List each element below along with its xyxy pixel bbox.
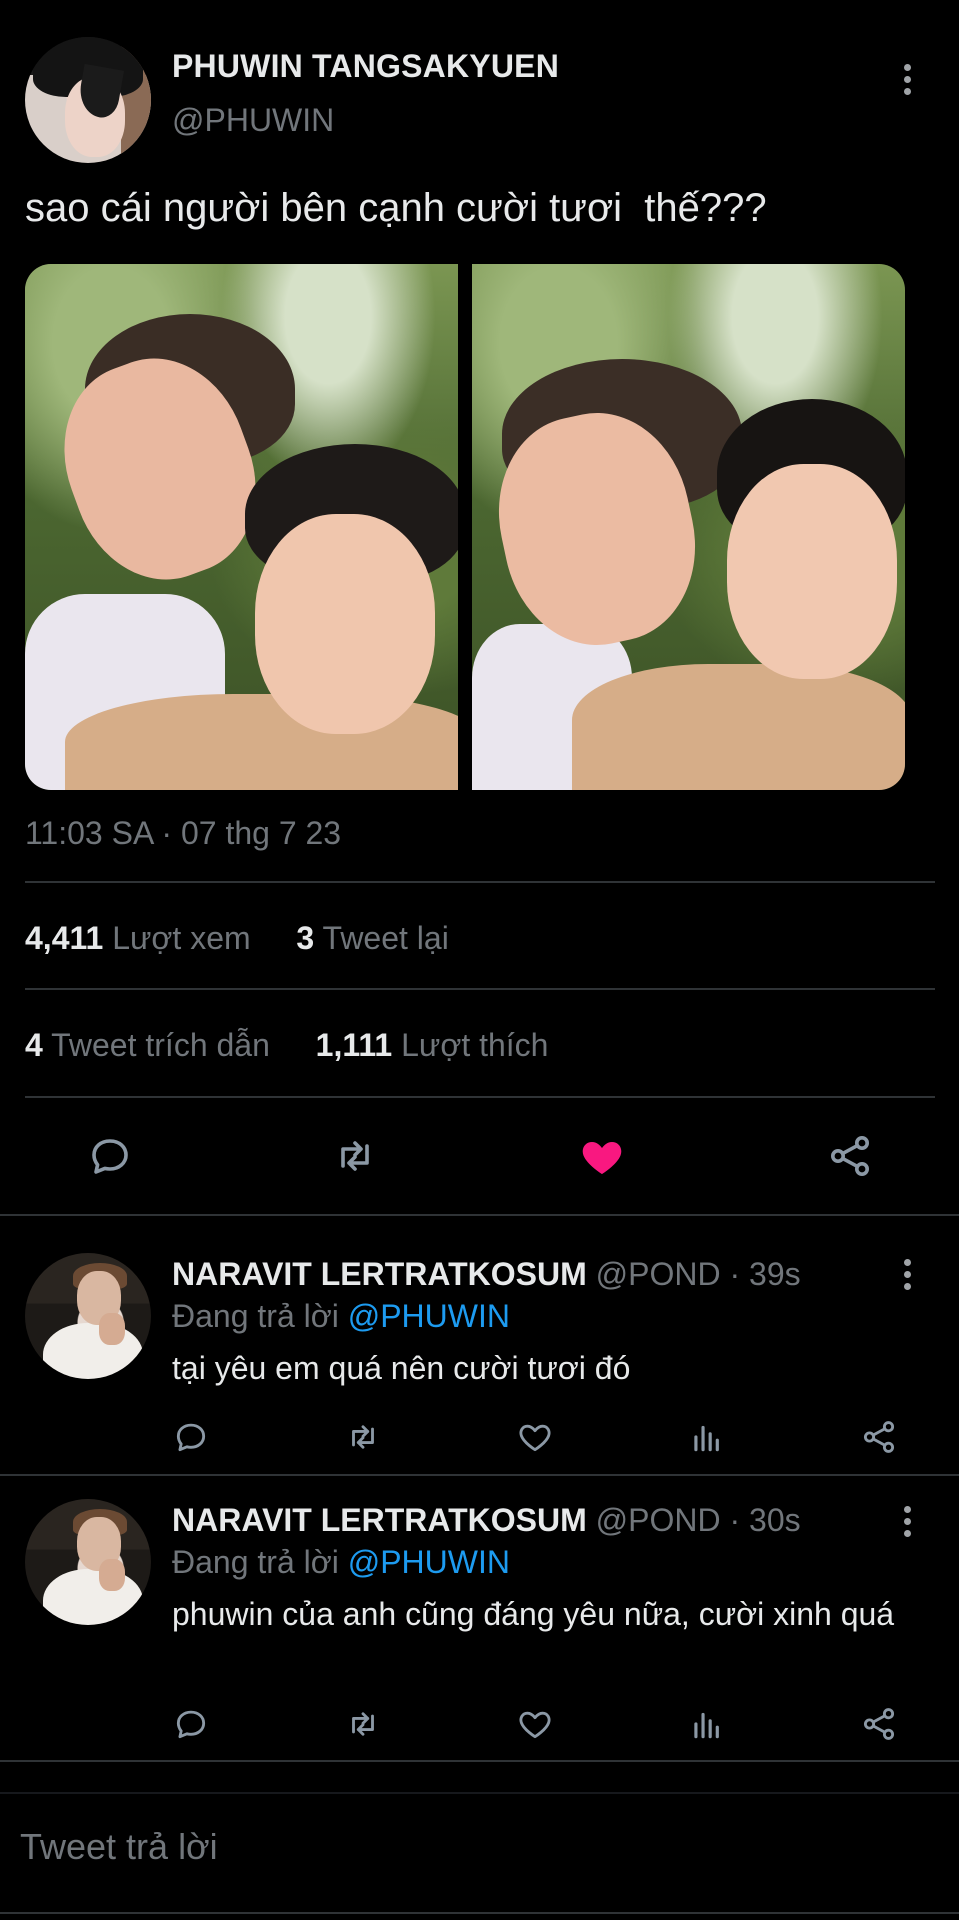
divider	[25, 988, 935, 990]
stats-row-1: 4,411 Lượt xem 3 Tweet lại	[25, 920, 449, 957]
analytics-icon[interactable]	[688, 1418, 726, 1456]
reply-icon[interactable]	[172, 1418, 210, 1456]
reply-time[interactable]: 30s	[749, 1502, 801, 1538]
reply-compose-input[interactable]: Tweet trả lời	[20, 1826, 218, 1868]
divider	[0, 1474, 959, 1476]
share-icon[interactable]	[860, 1418, 898, 1456]
share-icon[interactable]	[826, 1132, 874, 1180]
mention-link[interactable]: @PHUWIN	[348, 1298, 510, 1334]
author-avatar[interactable]	[25, 37, 151, 163]
like-icon[interactable]	[516, 1705, 554, 1743]
tweet-photo-1[interactable]	[25, 264, 458, 790]
divider	[25, 1096, 935, 1098]
analytics-icon[interactable]	[688, 1705, 726, 1743]
share-icon[interactable]	[860, 1705, 898, 1743]
reply-separator: ·	[720, 1502, 750, 1538]
stats-row-2: 4 Tweet trích dẫn 1,111 Lượt thích	[25, 1027, 548, 1064]
replying-to: Đang trả lời @PHUWIN	[172, 1544, 510, 1580]
divider	[0, 1912, 959, 1914]
retweet-icon[interactable]	[344, 1705, 382, 1743]
reply-time[interactable]: 39s	[749, 1256, 801, 1292]
reply-icon[interactable]	[172, 1705, 210, 1743]
author-handle[interactable]: @PHUWIN	[172, 102, 334, 139]
more-options-icon[interactable]	[904, 64, 912, 100]
reply-text: tại yêu em quá nên cười tươi đó	[172, 1350, 631, 1386]
tweet-photo-2[interactable]	[472, 264, 905, 790]
reply-separator: ·	[720, 1256, 750, 1292]
mention-link[interactable]: @PHUWIN	[348, 1544, 510, 1580]
like-icon[interactable]	[516, 1418, 554, 1456]
reply-author-handle[interactable]: @POND	[596, 1502, 721, 1538]
reply-more-options-icon[interactable]	[904, 1259, 912, 1295]
retweet-icon[interactable]	[344, 1418, 382, 1456]
divider	[0, 1792, 959, 1794]
reply-author-handle[interactable]: @POND	[596, 1256, 721, 1292]
retweet-icon[interactable]	[331, 1132, 379, 1180]
divider	[25, 881, 935, 883]
reply-author-line: NARAVIT LERTRATKOSUM @POND · 30s	[172, 1502, 801, 1539]
replying-to: Đang trả lời @PHUWIN	[172, 1298, 510, 1334]
likes-stat[interactable]: 1,111 Lượt thích	[316, 1027, 549, 1063]
reply-icon[interactable]	[86, 1132, 134, 1180]
divider	[0, 1760, 959, 1762]
like-icon-filled[interactable]	[578, 1132, 626, 1180]
reply-author-name[interactable]: NARAVIT LERTRATKOSUM	[172, 1256, 587, 1292]
divider	[0, 1214, 959, 1216]
reply-more-options-icon[interactable]	[904, 1506, 912, 1542]
reply-avatar[interactable]	[25, 1499, 151, 1625]
reply-author-name[interactable]: NARAVIT LERTRATKOSUM	[172, 1502, 587, 1538]
quotes-stat[interactable]: 4 Tweet trích dẫn	[25, 1027, 270, 1063]
reply-author-line: NARAVIT LERTRATKOSUM @POND · 39s	[172, 1256, 801, 1293]
reply-text: phuwin của anh cũng đáng yêu nữa, cười x…	[172, 1596, 895, 1632]
tweet-timestamp[interactable]: 11:03 SA · 07 thg 7 23	[25, 815, 341, 852]
tweet-text: sao cái người bên cạnh cười tươi thế???	[25, 186, 767, 230]
tweet-media[interactable]	[25, 264, 905, 790]
views-stat[interactable]: 4,411 Lượt xem	[25, 920, 251, 956]
author-name[interactable]: PHUWIN TANGSAKYUEN	[172, 48, 559, 85]
reply-avatar[interactable]	[25, 1253, 151, 1379]
retweets-stat[interactable]: 3 Tweet lại	[296, 920, 448, 956]
